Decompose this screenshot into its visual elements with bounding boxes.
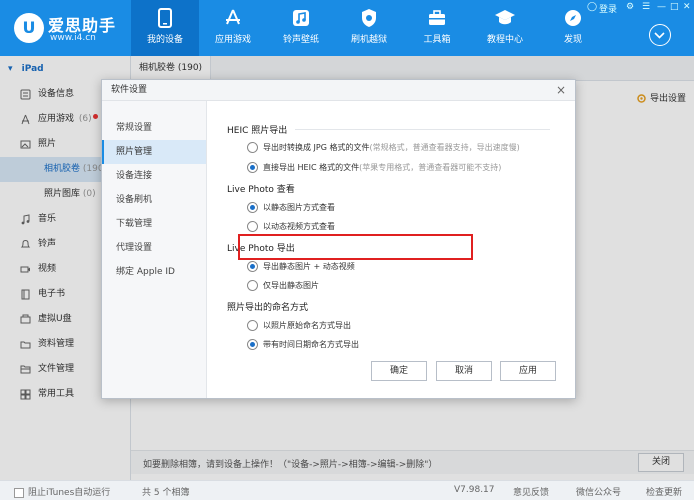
settings-nav: 常规设置 照片管理 设备连接 设备刷机 下载管理 代理设置 绑定 Apple I… <box>102 101 207 398</box>
radio-button <box>247 320 258 331</box>
graduation-cap-icon <box>495 10 515 25</box>
app-store-icon <box>226 9 240 25</box>
check-update-link[interactable]: 检查更新 <box>646 485 682 498</box>
nav-apps-games[interactable]: 应用游戏 <box>199 0 267 56</box>
settings-nav-device-flash[interactable]: 设备刷机 <box>102 188 206 212</box>
settings-nav-download-management[interactable]: 下载管理 <box>102 212 206 236</box>
divider <box>295 129 550 130</box>
option-view-video[interactable]: 以动态视频方式查看 <box>247 221 335 232</box>
section-live-photo-view-title: Live Photo 查看 <box>227 185 295 195</box>
toolbox-icon <box>429 10 445 25</box>
main-nav: 我的设备 应用游戏 铃声壁纸 刷机越狱 工具箱 教程中心 发现 <box>131 0 607 56</box>
block-itunes-checkbox[interactable]: 阻止iTunes自动运行 <box>14 485 110 498</box>
section-naming-title: 照片导出的命名方式 <box>227 303 309 313</box>
apply-button[interactable]: 应用 <box>500 361 556 381</box>
radio-button-selected <box>247 202 258 213</box>
app-url: www.i4.cn <box>50 33 96 43</box>
radio-button-selected <box>247 261 258 272</box>
settings-nav-photo-management[interactable]: 照片管理 <box>102 140 206 164</box>
radio-button <box>247 280 258 291</box>
user-icon[interactable]: ◯ <box>587 2 597 12</box>
settings-nav-device-connection[interactable]: 设备连接 <box>102 164 206 188</box>
compass-icon <box>565 10 581 26</box>
phone-icon <box>158 8 172 28</box>
settings-dialog: 软件设置 × 常规设置 照片管理 设备连接 设备刷机 下载管理 代理设置 绑定 … <box>101 79 576 399</box>
settings-nav-bind-apple-id[interactable]: 绑定 Apple ID <box>102 260 206 284</box>
dialog-title: 软件设置 <box>102 80 575 101</box>
download-icon[interactable] <box>649 24 671 46</box>
option-original-naming[interactable]: 以照片原始命名方式导出 <box>247 320 351 331</box>
logo-icon: U <box>14 13 44 43</box>
version-label: V7.98.17 <box>454 485 495 495</box>
option-datetime-naming[interactable]: 带有时间日期命名方式导出 <box>247 339 359 350</box>
album-count: 共 5 个相簿 <box>142 488 190 498</box>
settings-nav-proxy[interactable]: 代理设置 <box>102 236 206 260</box>
minimize-icon[interactable]: — <box>657 2 666 12</box>
music-icon <box>293 10 309 26</box>
option-export-heic[interactable]: 直接导出 HEIC 格式的文件(苹果专用格式，普通查看器可能不支持) <box>247 162 501 173</box>
login-link[interactable]: 登录 <box>599 2 617 15</box>
ok-button[interactable]: 确定 <box>371 361 427 381</box>
settings-nav-general[interactable]: 常规设置 <box>102 116 206 140</box>
checkbox-icon <box>14 487 24 498</box>
shield-icon <box>362 9 376 27</box>
option-export-static-only[interactable]: 仅导出静态图片 <box>247 280 319 291</box>
close-icon[interactable]: × <box>556 83 566 97</box>
radio-button-selected <box>247 162 258 173</box>
highlight-box <box>238 234 473 260</box>
menu-icon[interactable]: ☰ <box>642 2 650 12</box>
radio-button-selected <box>247 339 258 350</box>
nav-my-device[interactable]: 我的设备 <box>131 0 199 56</box>
option-export-static-and-video[interactable]: 导出静态图片 + 动态视频 <box>247 261 355 272</box>
status-bar: 阻止iTunes自动运行 共 5 个相簿 V7.98.17 意见反馈 微信公众号… <box>0 480 694 500</box>
feedback-link[interactable]: 意见反馈 <box>513 485 549 498</box>
maximize-icon[interactable]: □ <box>670 2 679 12</box>
nav-ringtones[interactable]: 铃声壁纸 <box>267 0 335 56</box>
cancel-button[interactable]: 取消 <box>436 361 492 381</box>
option-convert-to-jpg[interactable]: 导出时转换成 JPG 格式的文件(常规格式，普通查看器支持，导出速度慢) <box>247 142 520 153</box>
option-view-static[interactable]: 以静态图片方式查看 <box>247 202 335 213</box>
app-logo: U 爱思助手 www.i4.cn <box>8 9 128 49</box>
section-heic-export-title: HEIC 照片导出 <box>227 126 288 136</box>
nav-toolbox[interactable]: 工具箱 <box>403 0 471 56</box>
nav-flash-jailbreak[interactable]: 刷机越狱 <box>335 0 403 56</box>
nav-tutorials[interactable]: 教程中心 <box>471 0 539 56</box>
settings-icon[interactable]: ⚙ <box>626 2 634 12</box>
close-window-icon[interactable]: ✕ <box>683 2 691 12</box>
wechat-link[interactable]: 微信公众号 <box>576 485 621 498</box>
top-bar: U 爱思助手 www.i4.cn 我的设备 应用游戏 铃声壁纸 刷机越狱 工具箱… <box>0 0 694 56</box>
radio-button <box>247 142 258 153</box>
radio-button <box>247 221 258 232</box>
